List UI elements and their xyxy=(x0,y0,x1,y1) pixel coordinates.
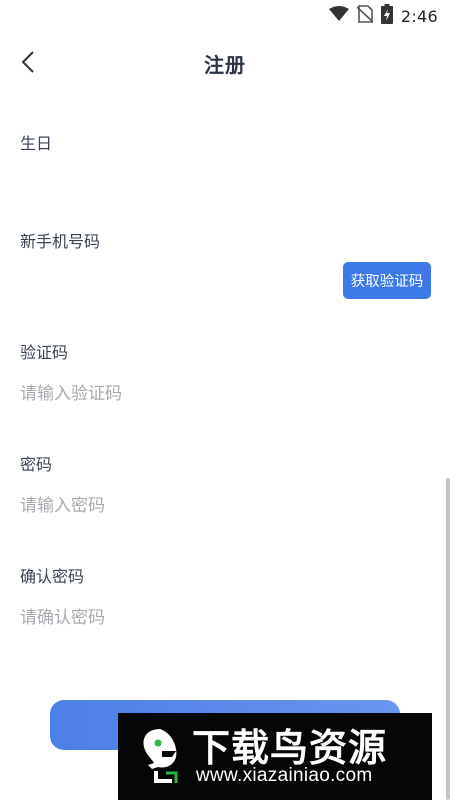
phone-input[interactable] xyxy=(20,264,330,300)
confirm-password-label: 确认密码 xyxy=(20,567,85,586)
password-input[interactable] xyxy=(20,488,330,524)
watermark-title: 下载鸟资源 xyxy=(192,726,388,770)
register-screen: 2:46 注册 生日 新手机号码 获取验证码 验证码 密码 确认密码 xyxy=(0,0,450,800)
wifi-icon xyxy=(328,6,349,26)
scrollbar-thumb[interactable] xyxy=(446,478,450,800)
bird-logo-icon xyxy=(132,725,190,793)
code-input[interactable] xyxy=(20,376,330,412)
header: 注册 xyxy=(0,32,450,94)
watermark-url: www.xiazainiao.com xyxy=(196,765,373,786)
confirm-password-input[interactable] xyxy=(20,600,330,636)
phone-label: 新手机号码 xyxy=(20,232,101,251)
battery-charging-icon xyxy=(380,4,393,28)
chevron-left-icon xyxy=(21,51,34,73)
page-title: 注册 xyxy=(204,52,246,77)
birthday-label: 生日 xyxy=(20,134,53,153)
get-code-button[interactable]: 获取验证码 xyxy=(343,262,431,299)
status-bar: 2:46 xyxy=(0,0,450,32)
birthday-input[interactable] xyxy=(20,170,330,206)
watermark-banner: 下载鸟资源 www.xiazainiao.com xyxy=(118,713,432,800)
no-sim-icon xyxy=(356,5,374,27)
back-button[interactable] xyxy=(10,44,46,80)
status-time: 2:46 xyxy=(400,6,438,26)
code-label: 验证码 xyxy=(20,343,69,362)
password-label: 密码 xyxy=(20,455,53,474)
